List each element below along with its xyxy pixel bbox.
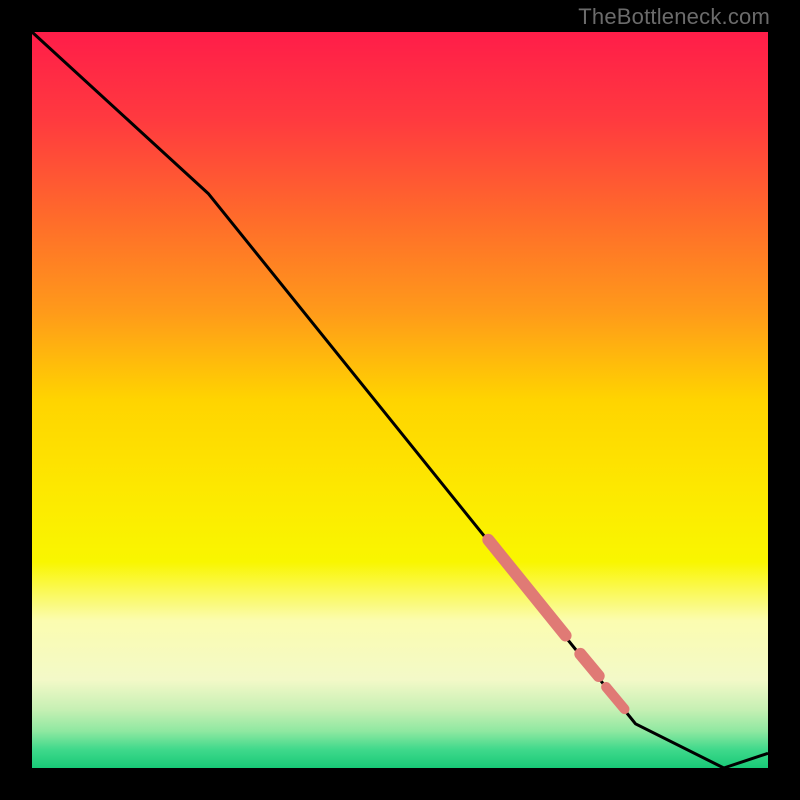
- watermark-text: TheBottleneck.com: [578, 4, 770, 30]
- highlight-segment-0: [488, 540, 565, 636]
- bottleneck-curve: [32, 32, 768, 768]
- highlight-segment-2: [606, 687, 624, 709]
- chart-overlay: [32, 32, 768, 768]
- highlight-segment-1: [580, 654, 598, 676]
- chart-frame: TheBottleneck.com: [0, 0, 800, 800]
